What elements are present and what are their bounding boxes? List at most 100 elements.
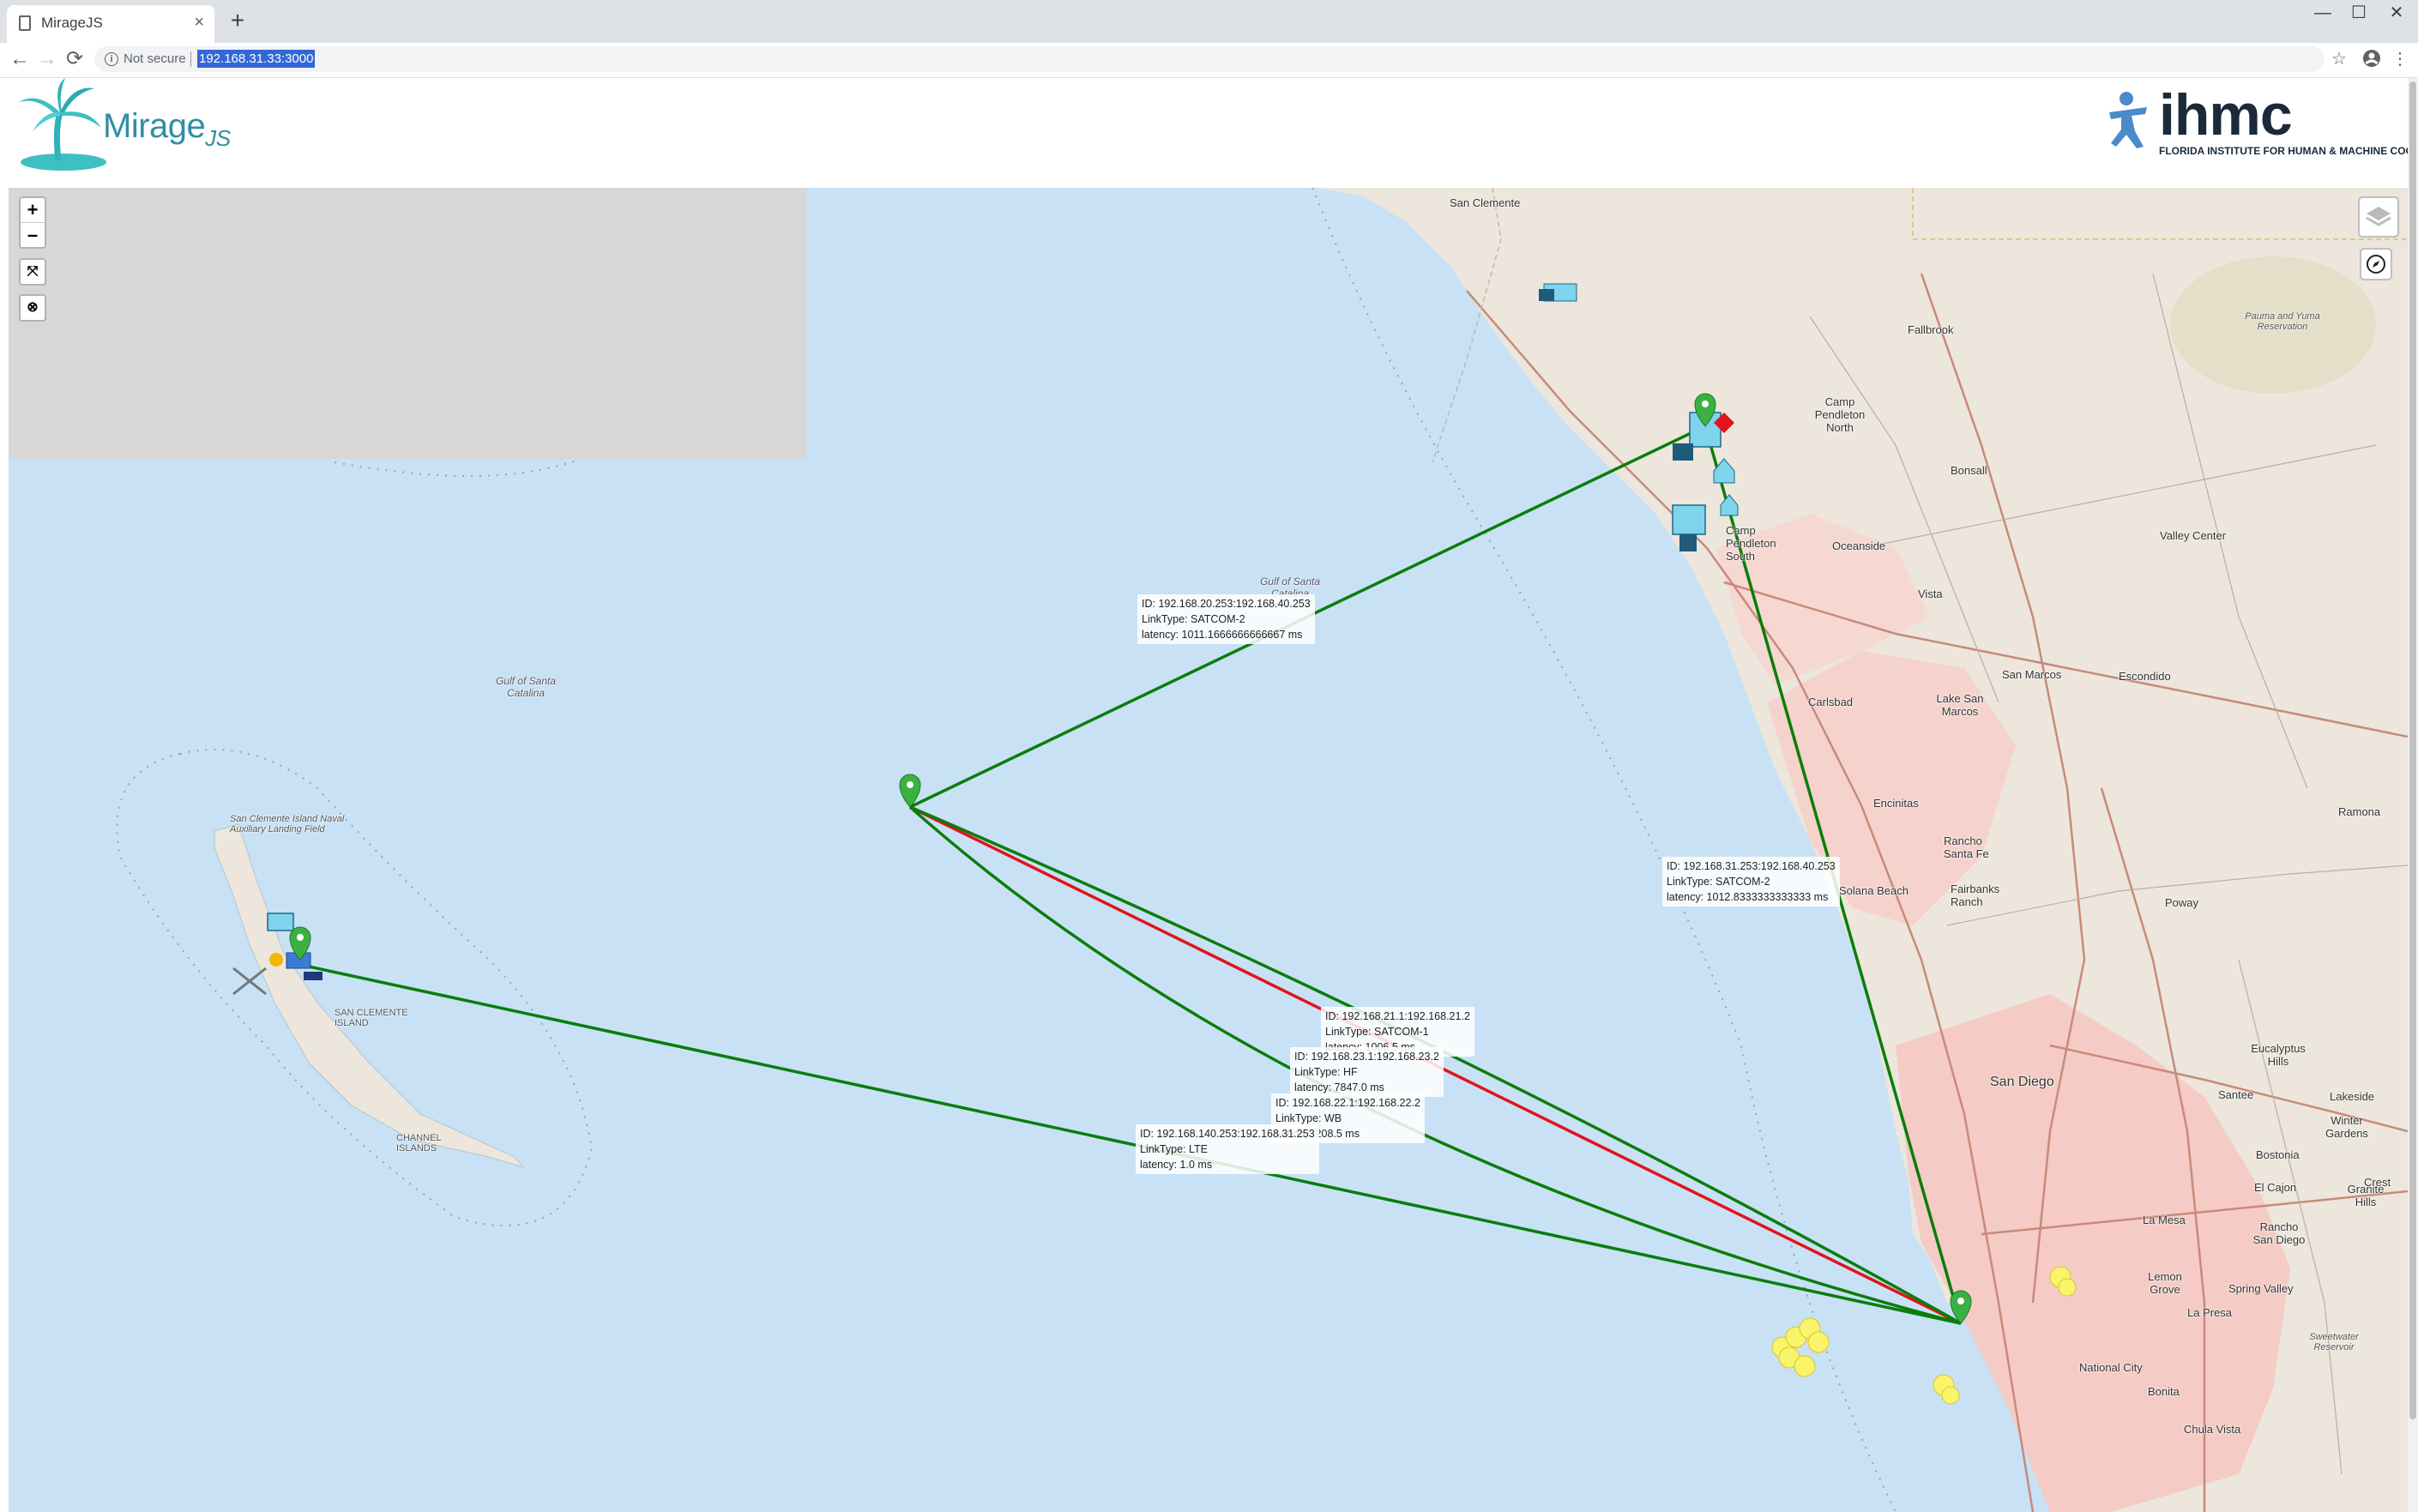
link-latency: latency: 1011.1666666666667 ms <box>1142 629 1303 641</box>
place-label: San Clemente Island Naval Auxiliary Land… <box>230 814 345 834</box>
link-id: ID: 192.168.140.253:192.168.31.253 <box>1140 1128 1315 1140</box>
place-label: Winter Gardens <box>2325 1114 2368 1140</box>
layers-button[interactable] <box>2358 196 2399 238</box>
ihmc-logo: ihmc FLORIDA INSTITUTE FOR HUMAN & MACHI… <box>2106 82 2418 164</box>
browser-toolbar: ← → ⟳ i Not secure 192.168.31.33:3000 ☆ … <box>0 43 2418 78</box>
back-button[interactable]: ← <box>7 47 33 71</box>
place-label: Vista <box>1918 587 1943 600</box>
place-label: CHANNEL ISLANDS <box>396 1133 442 1154</box>
place-label: Rancho San Diego <box>2252 1220 2306 1246</box>
maximize-button[interactable]: ☐ <box>2342 3 2376 22</box>
place-label: Rancho Santa Fe <box>1944 834 1989 860</box>
place-label: Sweetwater Reservoir <box>2309 1332 2359 1352</box>
security-status: Not secure <box>124 51 186 66</box>
layers-icon <box>2366 207 2391 226</box>
place-label: Camp Pendleton South <box>1726 524 1776 563</box>
san-clemente-island-boundary <box>116 749 594 1226</box>
close-window-button[interactable]: ✕ <box>2379 3 2414 22</box>
tab-title: MirageJS <box>41 15 103 31</box>
overlay-panel <box>9 188 806 459</box>
bookmark-star-icon[interactable]: ☆ <box>2331 49 2347 69</box>
place-label: Bostonia <box>2256 1148 2300 1161</box>
page-scrollbar[interactable] <box>2408 78 2418 1512</box>
fit-control: ⤧ <box>19 258 46 286</box>
place-label: Lemon Grove <box>2148 1270 2182 1296</box>
zoom-in-button[interactable]: + <box>21 198 45 222</box>
app-name: MirageJS <box>103 107 231 151</box>
url-text[interactable]: 192.168.31.33:3000 <box>197 50 316 68</box>
place-label: Encinitas <box>1873 797 1919 810</box>
link-info-hf[interactable]: ID: 192.168.23.1:192.168.23.2 LinkType: … <box>1290 1047 1444 1097</box>
browser-tab[interactable]: MirageJS × <box>7 5 214 43</box>
url-separator <box>190 51 191 67</box>
link-latency: latency: 1012.8333333333333 ms <box>1667 891 1829 903</box>
link-info-satcom-2-north[interactable]: ID: 192.168.20.253:192.168.40.253 LinkTy… <box>1137 594 1315 644</box>
place-label: San Diego <box>1990 1075 2054 1089</box>
zoom-control: + – <box>19 196 46 249</box>
place-label: Camp Pendleton North <box>1814 395 1866 434</box>
link-type: LinkType: SATCOM-2 <box>1142 613 1245 625</box>
link-info-lte[interactable]: ID: 192.168.140.253:192.168.31.253 LinkT… <box>1136 1124 1319 1174</box>
page-icon <box>19 15 31 31</box>
tab-close-icon[interactable]: × <box>194 12 204 33</box>
place-label: Lake San Marcos <box>1936 692 1984 718</box>
ihmc-figure-icon <box>2109 92 2147 148</box>
scrollbar-thumb[interactable] <box>2409 81 2416 1419</box>
place-label: Fairbanks Ranch <box>1951 883 2000 908</box>
place-label: Bonita <box>2148 1385 2180 1398</box>
palm-tree-icon <box>19 78 106 171</box>
reload-button[interactable]: ⟳ <box>62 47 87 71</box>
org-full-name: FLORIDA INSTITUTE FOR HUMAN & MACHINE CO… <box>2159 145 2418 157</box>
place-label: SAN CLEMENTE ISLAND <box>335 1008 408 1028</box>
place-label: Spring Valley <box>2228 1282 2294 1295</box>
link-type: LinkType: HF <box>1294 1066 1358 1078</box>
fit-bounds-button[interactable]: ⤧ <box>21 260 45 284</box>
place-label: National City <box>2079 1361 2143 1374</box>
place-label: Escondido <box>2119 670 2171 683</box>
link-type: LinkType: LTE <box>1140 1143 1208 1155</box>
place-label: La Mesa <box>2143 1214 2186 1226</box>
org-name: ihmc <box>2159 82 2293 148</box>
compass-icon <box>2367 255 2385 274</box>
link-lte[interactable] <box>308 965 1962 1325</box>
menu-icon[interactable]: ⋮ <box>2391 49 2409 69</box>
place-label: Chula Vista <box>2184 1423 2241 1436</box>
link-latency: latency: 1.0 ms <box>1140 1159 1213 1171</box>
minimize-button[interactable]: — <box>2306 3 2340 22</box>
link-id: ID: 192.168.21.1:192.168.21.2 <box>1325 1010 1470 1022</box>
link-type: LinkType: SATCOM-2 <box>1667 876 1770 888</box>
link-id: ID: 192.168.23.1:192.168.23.2 <box>1294 1051 1439 1063</box>
place-label: Oceanside <box>1832 539 1886 552</box>
forward-button[interactable]: → <box>34 47 60 71</box>
place-label: San Clemente <box>1450 196 1521 209</box>
place-label: Pauma and Yuma Reservation <box>2245 311 2320 332</box>
place-label: Ramona <box>2338 805 2381 818</box>
address-bar[interactable]: i Not secure 192.168.31.33:3000 <box>94 46 2325 72</box>
clear-button[interactable]: ⊗ <box>21 296 45 320</box>
link-id: ID: 192.168.20.253:192.168.40.253 <box>1142 598 1311 610</box>
map-view[interactable]: + – ⤧ ⊗ San Clemente Fallbrook Camp Pend… <box>9 188 2408 1512</box>
zoom-out-button[interactable]: – <box>21 222 45 247</box>
place-label: Crest <box>2364 1176 2391 1189</box>
place-label: Fallbrook <box>1908 323 1954 336</box>
browser-tabstrip: MirageJS × + — ☐ ✕ <box>0 0 2418 43</box>
place-label: Solana Beach <box>1839 884 1908 897</box>
place-label: Eucalyptus Hills <box>2251 1042 2306 1068</box>
place-label: Lakeside <box>2330 1090 2375 1103</box>
water-label: Gulf of Santa Catalina <box>495 675 557 699</box>
node-cluster-san-onofre[interactable] <box>1539 283 1577 302</box>
link-info-satcom-2-south[interactable]: ID: 192.168.31.253:192.168.40.253 LinkTy… <box>1662 857 1840 907</box>
place-label: Santee <box>2218 1088 2254 1101</box>
place-label: Valley Center <box>2160 529 2227 542</box>
link-id: ID: 192.168.22.1:192.168.22.2 <box>1275 1097 1420 1109</box>
place-label: El Cajon <box>2254 1181 2297 1194</box>
account-icon[interactable] <box>2362 49 2381 73</box>
clear-control: ⊗ <box>19 294 46 322</box>
place-label: Bonsall <box>1951 464 1987 477</box>
place-label: Carlsbad <box>1808 696 1854 708</box>
info-icon[interactable]: i <box>105 52 118 66</box>
place-label: Poway <box>2165 896 2199 909</box>
new-tab-button[interactable]: + <box>225 8 250 33</box>
compass-button[interactable] <box>2360 248 2392 280</box>
place-label: San Marcos <box>2002 668 2062 681</box>
